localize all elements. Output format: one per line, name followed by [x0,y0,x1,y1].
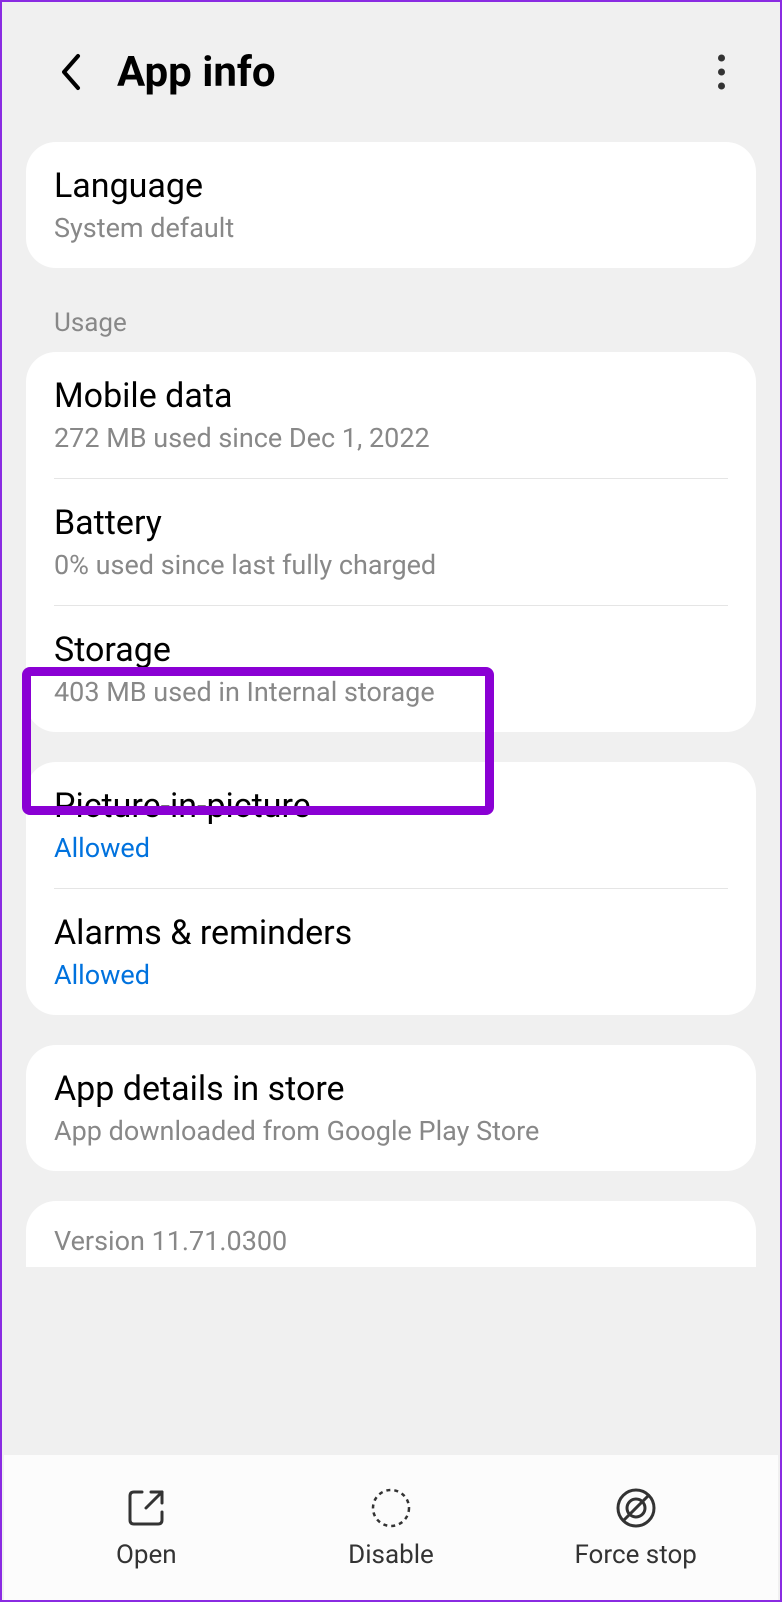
pip-title: Picture-in-picture [54,786,728,826]
alarms-item[interactable]: Alarms & reminders Allowed [26,889,756,1015]
more-options-icon[interactable] [718,55,725,90]
battery-item[interactable]: Battery 0% used since last fully charged [26,479,756,605]
version-text: Version 11.71.0300 [54,1225,728,1257]
language-item[interactable]: Language System default [26,142,756,268]
alarms-status: Allowed [54,959,728,991]
app-details-subtitle: App downloaded from Google Play Store [54,1115,728,1147]
battery-subtitle: 0% used since last fully charged [54,549,728,581]
language-card: Language System default [26,142,756,268]
disable-button[interactable]: Disable [269,1486,514,1570]
back-icon[interactable] [57,52,83,92]
permissions-card: Picture-in-picture Allowed Alarms & remi… [26,762,756,1015]
store-card: App details in store App downloaded from… [26,1045,756,1171]
app-details-title: App details in store [54,1069,728,1109]
mobile-data-title: Mobile data [54,376,728,416]
pip-status: Allowed [54,832,728,864]
language-subtitle: System default [54,212,728,244]
disable-label: Disable [348,1540,434,1570]
force-stop-icon [614,1486,658,1530]
storage-title: Storage [54,630,728,670]
alarms-title: Alarms & reminders [54,913,728,953]
language-title: Language [54,166,728,206]
force-stop-label: Force stop [574,1540,696,1570]
bottom-action-bar: Open Disable Force stop [4,1455,778,1600]
mobile-data-subtitle: 272 MB used since Dec 1, 2022 [54,422,728,454]
version-card: Version 11.71.0300 [26,1201,756,1267]
open-label: Open [116,1540,177,1570]
usage-section-label: Usage [2,298,780,352]
page-title: App info [117,48,276,97]
mobile-data-item[interactable]: Mobile data 272 MB used since Dec 1, 202… [26,352,756,478]
storage-subtitle: 403 MB used in Internal storage [54,676,728,708]
app-details-item[interactable]: App details in store App downloaded from… [26,1045,756,1171]
usage-card: Mobile data 272 MB used since Dec 1, 202… [26,352,756,732]
storage-item[interactable]: Storage 403 MB used in Internal storage [26,606,756,732]
pip-item[interactable]: Picture-in-picture Allowed [26,762,756,888]
open-icon [124,1486,168,1530]
header: App info [2,2,780,142]
open-button[interactable]: Open [24,1486,269,1570]
disable-icon [369,1486,413,1530]
force-stop-button[interactable]: Force stop [513,1486,758,1570]
battery-title: Battery [54,503,728,543]
